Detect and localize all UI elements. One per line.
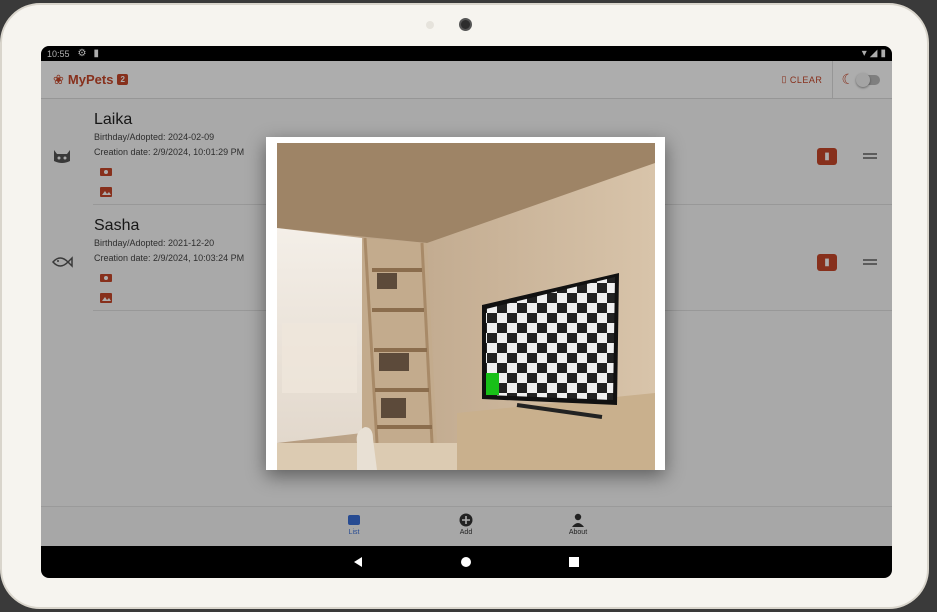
home-icon[interactable]: [460, 556, 472, 568]
front-camera: [459, 18, 472, 31]
system-navigation-bar: [41, 546, 892, 578]
recents-icon[interactable]: [568, 556, 580, 568]
image-dialog: [266, 137, 665, 470]
tablet-frame: 10:55 ⚙ ▮ ▾ ◢ ▮ ❀ MyPets 2 ▯ CLEAR ☾ Lai…: [0, 3, 929, 609]
screen: 10:55 ⚙ ▮ ▾ ◢ ▮ ❀ MyPets 2 ▯ CLEAR ☾ Lai…: [41, 46, 892, 578]
back-icon[interactable]: [352, 556, 364, 568]
room-with-tv-photo: [277, 143, 655, 470]
sensor-dot: [426, 21, 434, 29]
